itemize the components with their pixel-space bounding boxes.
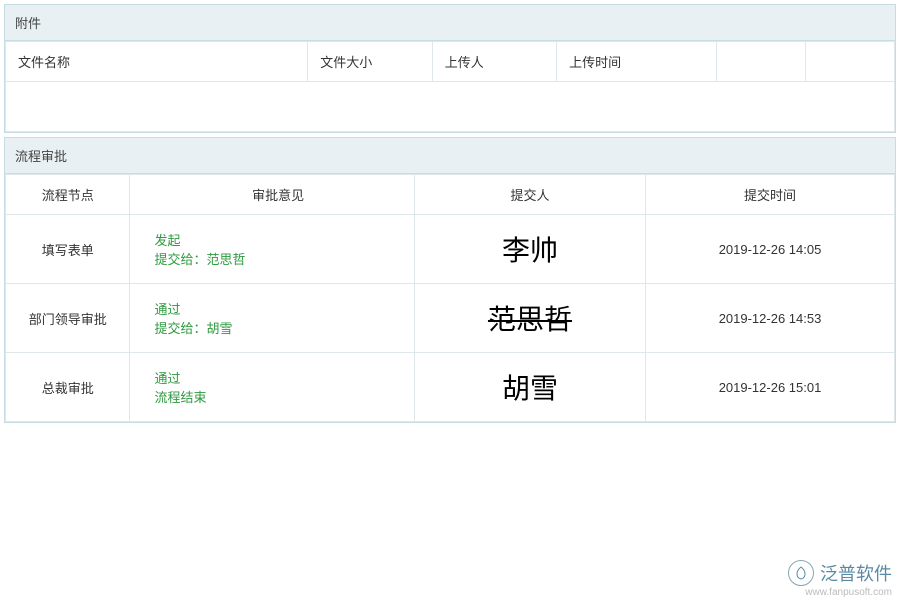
col-action2: [806, 42, 895, 82]
table-row: 部门领导审批 通过 提交给：胡雪 范思哲 2019-12-26 14:53: [6, 284, 895, 353]
attachments-section: 附件 文件名称 文件大小 上传人 上传时间: [4, 4, 896, 133]
signature-cell: 胡雪: [414, 353, 645, 422]
opinion-cell: 通过 流程结束: [130, 353, 414, 422]
col-filesize: 文件大小: [308, 42, 432, 82]
opinion-name: 范思哲: [206, 252, 245, 267]
node-cell: 部门领导审批: [6, 284, 130, 353]
opinion-prefix: 提交给：: [154, 252, 206, 267]
col-node: 流程节点: [6, 175, 130, 215]
approval-section: 流程审批 流程节点 审批意见 提交人 提交时间 填写表单 发起 提交给：范思哲: [4, 137, 896, 423]
opinion-action: 通过: [154, 299, 403, 318]
brand-icon: [788, 560, 814, 586]
table-row: 总裁审批 通过 流程结束 胡雪 2019-12-26 15:01: [6, 353, 895, 422]
leaf-icon: [794, 566, 808, 580]
col-opinion: 审批意见: [130, 175, 414, 215]
brand-name: 泛普软件: [820, 560, 892, 586]
time-cell: 2019-12-26 14:05: [646, 215, 895, 284]
signature-image: 李帅: [502, 236, 558, 267]
signature-image: 范思哲: [488, 305, 572, 336]
opinion-prefix: 流程结束: [154, 390, 206, 405]
brand-url: www.fanpusoft.com: [788, 587, 892, 598]
approval-title: 流程审批: [5, 138, 895, 174]
opinion-name: 胡雪: [206, 321, 232, 336]
time-cell: 2019-12-26 15:01: [646, 353, 895, 422]
col-time: 提交时间: [646, 175, 895, 215]
col-action1: [717, 42, 806, 82]
col-submitter: 提交人: [414, 175, 645, 215]
table-header-row: 文件名称 文件大小 上传人 上传时间: [6, 42, 895, 82]
opinion-cell: 发起 提交给：范思哲: [130, 215, 414, 284]
empty-cell: [6, 82, 895, 132]
signature-image: 胡雪: [502, 374, 558, 405]
node-cell: 总裁审批: [6, 353, 130, 422]
signature-cell: 李帅: [414, 215, 645, 284]
footer-watermark: 泛普软件 www.fanpusoft.com: [788, 560, 892, 598]
col-upload-time: 上传时间: [557, 42, 717, 82]
table-row: 填写表单 发起 提交给：范思哲 李帅 2019-12-26 14:05: [6, 215, 895, 284]
opinion-target: 提交给：范思哲: [154, 249, 403, 268]
node-cell: 填写表单: [6, 215, 130, 284]
col-uploader: 上传人: [432, 42, 556, 82]
time-cell: 2019-12-26 14:53: [646, 284, 895, 353]
opinion-target: 流程结束: [154, 387, 403, 406]
col-filename: 文件名称: [6, 42, 308, 82]
attachments-table: 文件名称 文件大小 上传人 上传时间: [5, 41, 895, 132]
table-header-row: 流程节点 审批意见 提交人 提交时间: [6, 175, 895, 215]
signature-cell: 范思哲: [414, 284, 645, 353]
attachments-title: 附件: [5, 5, 895, 41]
opinion-prefix: 提交给：: [154, 321, 206, 336]
approval-table: 流程节点 审批意见 提交人 提交时间 填写表单 发起 提交给：范思哲 李帅 20…: [5, 174, 895, 422]
opinion-action: 发起: [154, 230, 403, 249]
opinion-cell: 通过 提交给：胡雪: [130, 284, 414, 353]
opinion-target: 提交给：胡雪: [154, 318, 403, 337]
table-row: [6, 82, 895, 132]
opinion-action: 通过: [154, 368, 403, 387]
brand-block: 泛普软件: [788, 560, 892, 586]
